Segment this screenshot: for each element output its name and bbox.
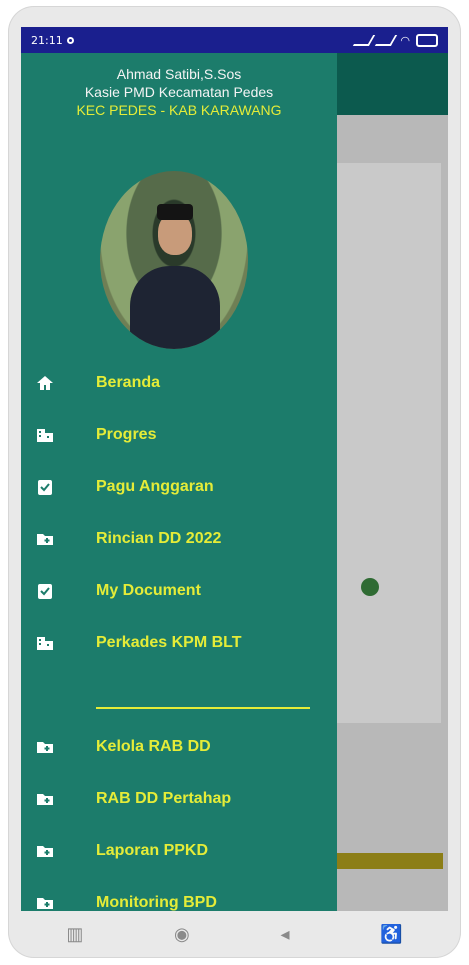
accessibility-icon[interactable]: ♿ <box>380 924 402 945</box>
signal-icon <box>353 34 376 46</box>
system-nav-bar: ▥ ◉ ◂ ♿ <box>21 911 448 957</box>
recents-icon[interactable]: ▥ <box>66 924 83 945</box>
background-circle-icon <box>361 578 379 596</box>
settings-dot-icon <box>66 36 74 44</box>
folder-plus-icon <box>37 742 53 753</box>
menu-item-rab-dd-pertahap[interactable]: RAB DD Pertahap <box>21 773 337 825</box>
navigation-drawer: Ahmad Satibi,S.Sos Kasie PMD Kecamatan P… <box>21 53 337 911</box>
clipboard-check-icon <box>38 584 52 599</box>
avatar-cap <box>157 204 193 220</box>
clipboard-check-icon <box>38 480 52 495</box>
menu-item-laporan-ppkd[interactable]: Laporan PPKD <box>21 825 337 877</box>
building-icon <box>37 637 53 650</box>
status-time: 21:11 <box>31 33 63 47</box>
menu-item-beranda[interactable]: Beranda <box>21 357 337 409</box>
background-stripe <box>333 853 443 869</box>
background-card <box>333 163 441 723</box>
menu-item-perkades-kpm-blt[interactable]: Perkades KPM BLT <box>21 617 337 669</box>
menu-item-progres[interactable]: Progres <box>21 409 337 461</box>
menu-label: Kelola RAB DD <box>96 738 211 755</box>
profile-header: Ahmad Satibi,S.Sos Kasie PMD Kecamatan P… <box>21 65 337 119</box>
menu-item-monitoring-bpd[interactable]: Monitoring BPD <box>21 877 337 911</box>
avatar-suit <box>130 266 220 349</box>
signal-icon-2 <box>375 34 398 46</box>
folder-plus-icon <box>37 534 53 545</box>
status-icons: ◠ <box>353 33 438 47</box>
menu-item-kelola-rab-dd[interactable]: Kelola RAB DD <box>21 721 337 773</box>
menu-item-pagu-anggaran[interactable]: Pagu Anggaran <box>21 461 337 513</box>
profile-name: Ahmad Satibi,S.Sos <box>116 66 242 82</box>
home-button-icon[interactable]: ◉ <box>174 924 190 945</box>
menu-label: My Document <box>96 582 201 599</box>
folder-plus-icon <box>37 794 53 805</box>
menu-label: Pagu Anggaran <box>96 478 214 495</box>
menu-label: Rincian DD 2022 <box>96 530 222 547</box>
screen: 21:11 ◠ Ahmad Satibi,S.Sos Kasie PMD Kec… <box>21 27 448 911</box>
folder-plus-icon <box>37 898 53 909</box>
menu-item-my-document[interactable]: My Document <box>21 565 337 617</box>
avatar <box>100 171 248 349</box>
drawer-menu: Beranda Progres Pagu Anggaran Rincian DD… <box>21 357 337 911</box>
menu-divider <box>96 707 310 709</box>
home-icon <box>37 376 53 390</box>
menu-label: Beranda <box>96 374 161 391</box>
profile-area: KEC PEDES - KAB KARAWANG <box>76 102 282 118</box>
building-icon <box>37 429 53 442</box>
menu-divider-row <box>21 669 337 721</box>
status-bar: 21:11 ◠ <box>21 27 448 53</box>
menu-label: Progres <box>96 426 157 443</box>
menu-label: Perkades KPM BLT <box>96 634 242 651</box>
menu-label: RAB DD Pertahap <box>96 790 232 807</box>
back-icon[interactable]: ◂ <box>280 924 289 945</box>
profile-role: Kasie PMD Kecamatan Pedes <box>84 84 274 100</box>
wifi-icon: ◠ <box>400 33 410 47</box>
status-time-group: 21:11 <box>31 34 74 47</box>
folder-plus-icon <box>37 846 53 857</box>
menu-label: Laporan PPKD <box>96 842 209 859</box>
menu-item-rincian-dd[interactable]: Rincian DD 2022 <box>21 513 337 565</box>
menu-label: Monitoring BPD <box>96 894 217 911</box>
battery-icon <box>416 33 438 47</box>
